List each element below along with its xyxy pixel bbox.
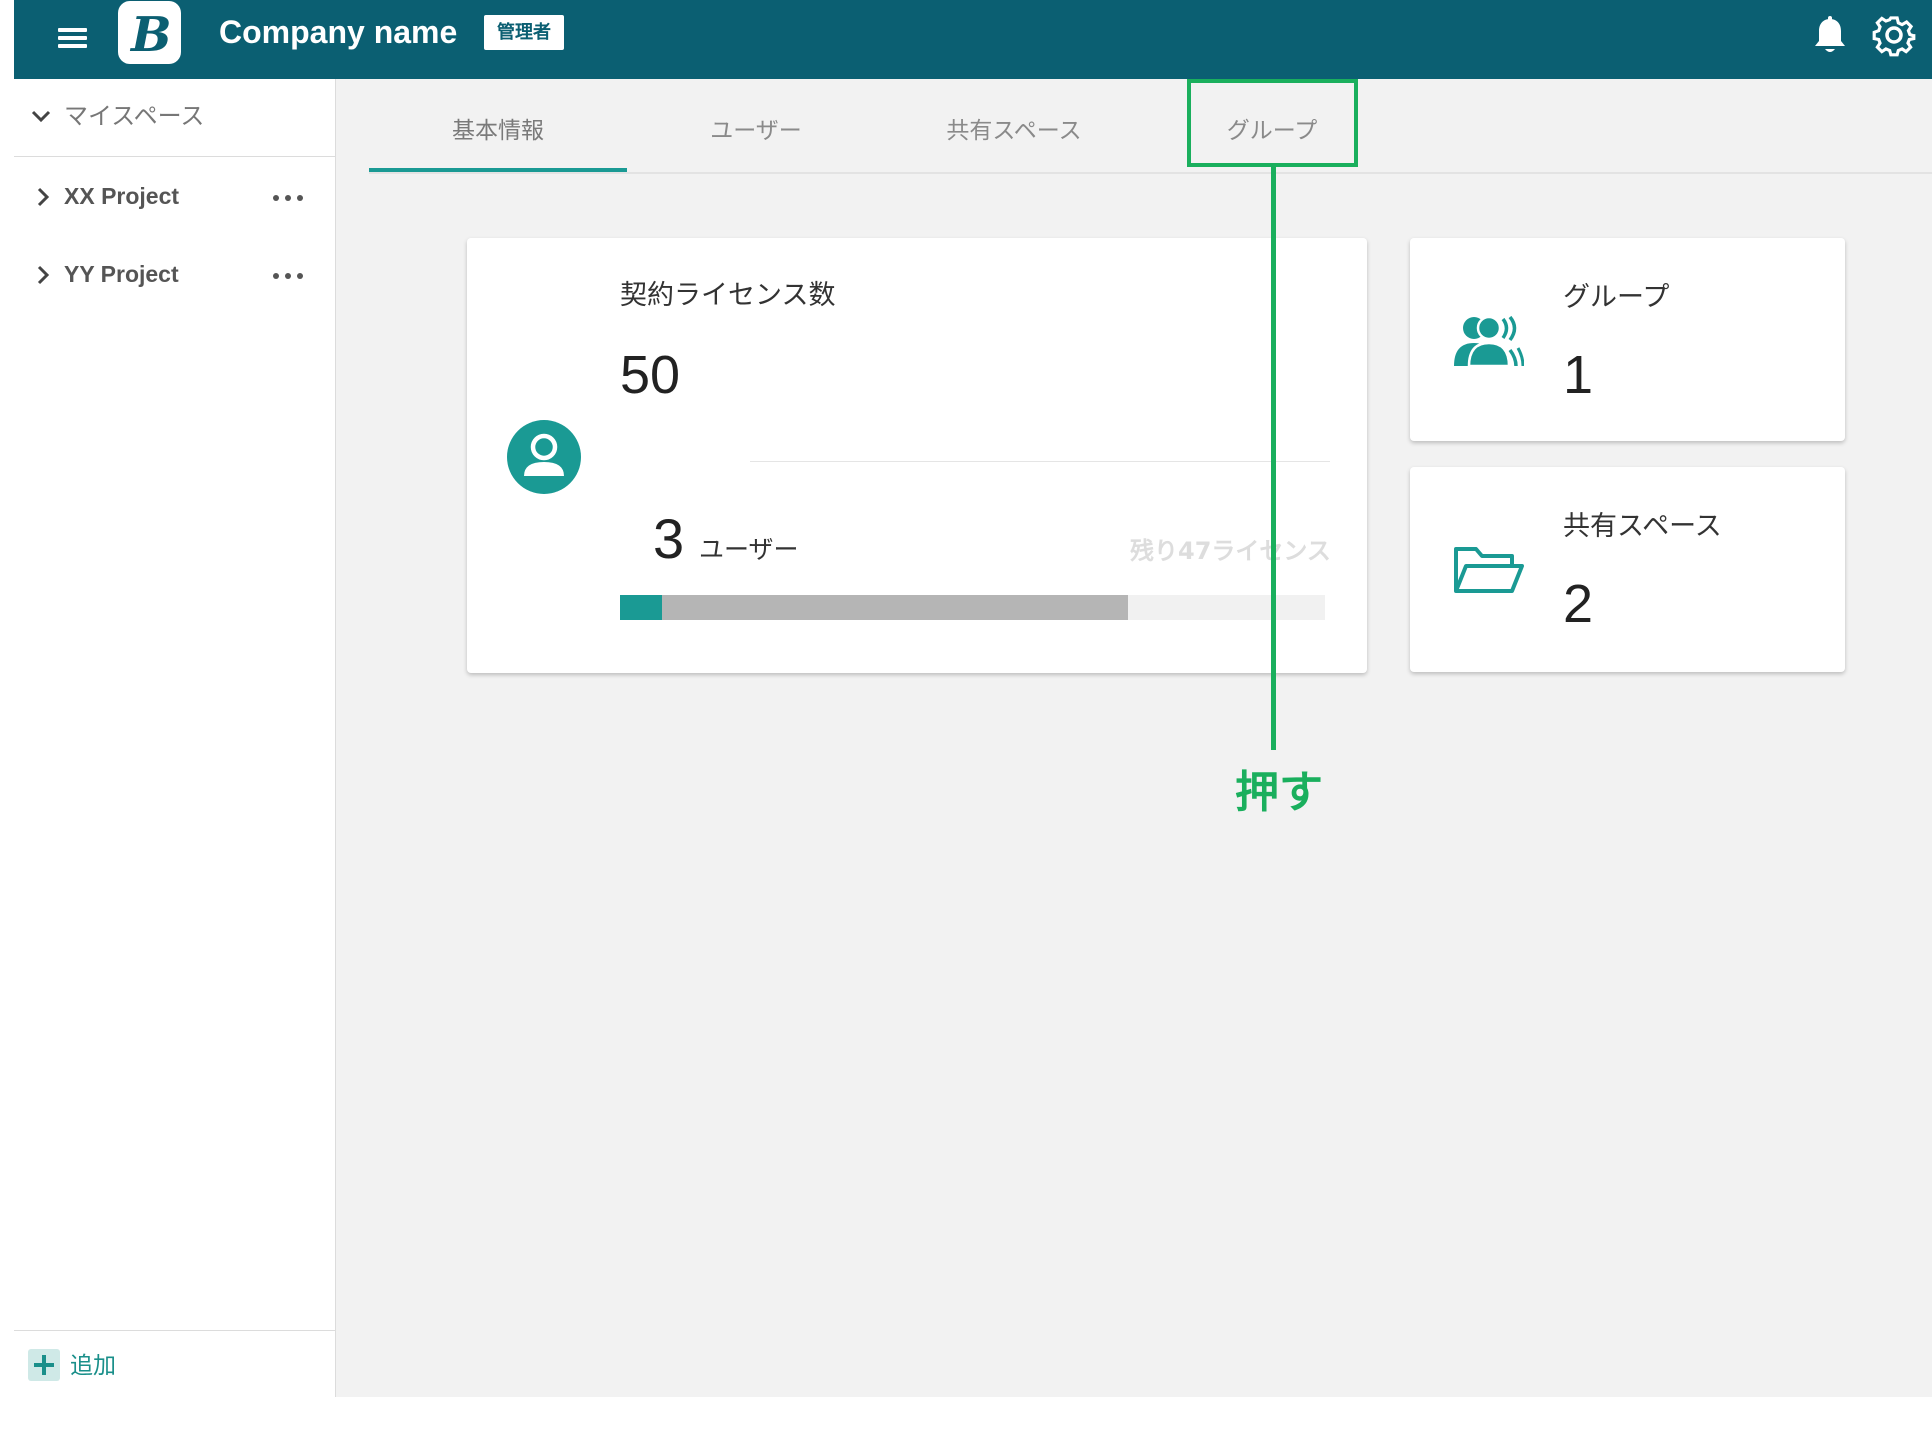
tab-basic-info[interactable]: 基本情報	[369, 79, 627, 172]
group-icon	[1452, 310, 1525, 374]
myspace-label: マイスペース	[64, 102, 205, 130]
folder-open-icon	[1452, 539, 1524, 603]
bell-icon[interactable]	[1812, 16, 1848, 56]
license-total: 50	[620, 345, 681, 405]
license-progress-bar	[620, 595, 1325, 620]
plus-icon	[28, 1349, 60, 1381]
more-options-icon[interactable]	[268, 262, 308, 288]
shared-space-title: 共有スペース	[1563, 511, 1722, 542]
callout-line	[1271, 167, 1276, 750]
shared-space-stat-card: 共有スペース 2	[1410, 467, 1845, 672]
chevron-down-icon	[31, 110, 51, 123]
remaining-licenses: 残り47ライセンス	[1130, 537, 1331, 565]
chevron-right-icon	[37, 265, 50, 285]
app-logo: B	[118, 1, 181, 64]
group-stat-card: グループ 1	[1410, 238, 1845, 441]
add-button[interactable]: 追加	[28, 1349, 138, 1383]
app-header: B Company name 管理者	[14, 0, 1932, 79]
role-badge: 管理者	[484, 15, 564, 50]
app-window: B Company name 管理者 マイスペース XX Project YY …	[14, 0, 1932, 1397]
company-name: Company name	[219, 14, 458, 50]
used-users-unit: ユーザー	[699, 535, 799, 564]
active-tab-indicator	[369, 168, 627, 172]
license-card: 契約ライセンス数 50 3 ユーザー 残り47ライセンス	[467, 238, 1367, 673]
tab-users[interactable]: ユーザー	[627, 79, 885, 172]
project-label: YY Project	[64, 261, 179, 287]
tab-label: 共有スペース	[946, 118, 1082, 144]
sidebar-myspace[interactable]: マイスペース	[14, 79, 335, 157]
project-label: XX Project	[64, 183, 180, 209]
sidebar-project-yy[interactable]: YY Project	[14, 245, 335, 305]
callout-label: 押す	[1235, 767, 1323, 818]
tab-label: 基本情報	[452, 118, 544, 144]
group-count: 1	[1563, 345, 1594, 405]
license-title: 契約ライセンス数	[620, 280, 836, 311]
divider	[750, 461, 1330, 462]
sidebar-project-xx[interactable]: XX Project	[14, 167, 335, 227]
hamburger-icon[interactable]	[57, 22, 89, 54]
sidebar-footer: 追加	[14, 1330, 335, 1397]
logo-letter: B	[129, 7, 172, 63]
shared-space-count: 2	[1563, 574, 1594, 634]
sidebar: マイスペース XX Project YY Project 追加	[14, 79, 336, 1397]
tab-bar: 基本情報 ユーザー 共有スペース グループ	[369, 79, 1932, 174]
callout-highlight-box	[1187, 79, 1358, 167]
chevron-right-icon	[37, 187, 50, 207]
more-options-icon[interactable]	[268, 184, 308, 210]
used-users-count: 3	[653, 507, 685, 570]
add-label: 追加	[70, 1353, 116, 1379]
progress-total-fill	[620, 595, 1128, 620]
user-avatar-icon	[507, 420, 581, 494]
gear-icon[interactable]	[1871, 12, 1917, 58]
progress-used-fill	[620, 595, 663, 620]
tab-label: ユーザー	[710, 118, 802, 144]
group-title: グループ	[1563, 282, 1670, 313]
tab-shared-spaces[interactable]: 共有スペース	[885, 79, 1143, 172]
